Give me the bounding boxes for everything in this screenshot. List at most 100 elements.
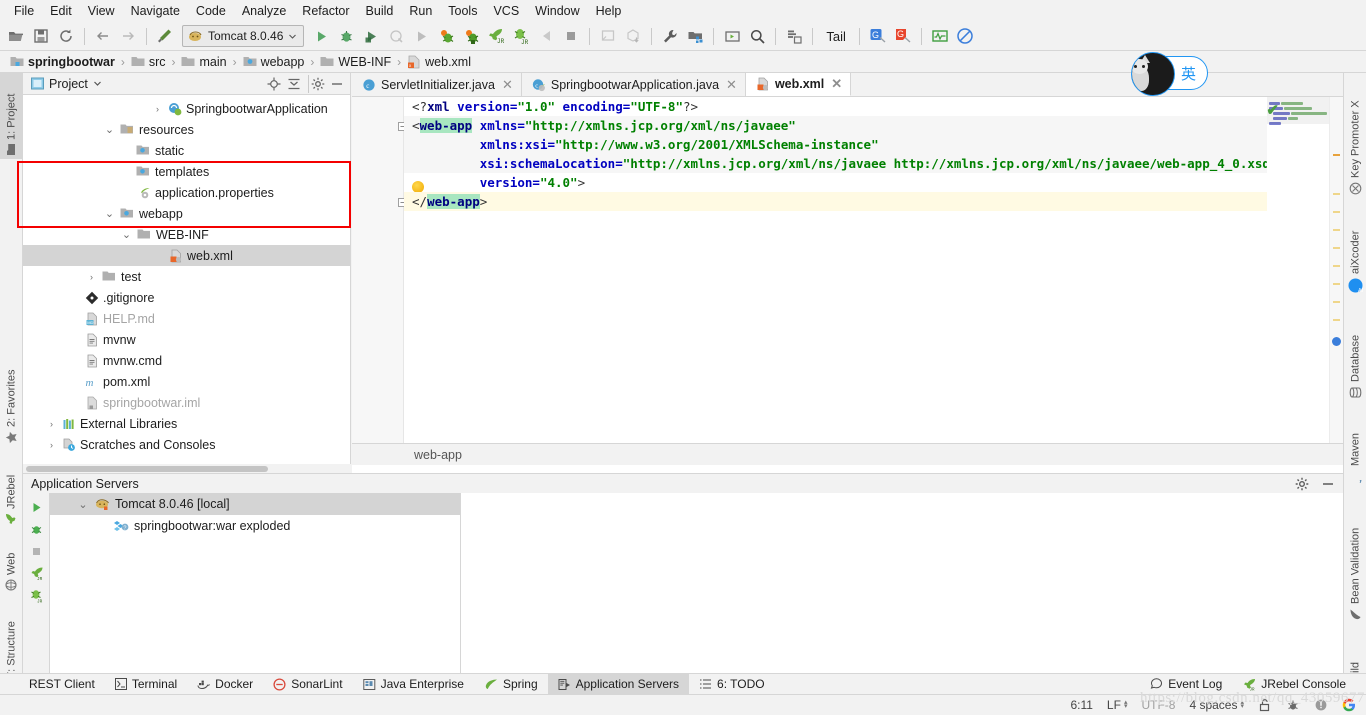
run-dim-icon[interactable] (409, 24, 433, 48)
menu-analyze[interactable]: Analyze (234, 2, 294, 20)
run-icon[interactable] (23, 496, 49, 518)
jrebel-run-icon[interactable]: JR (23, 562, 49, 584)
tree-item-test[interactable]: › test (23, 266, 350, 287)
project-tree[interactable]: › SpringbootwarApplication ⌄ resources s… (23, 95, 350, 469)
sidebar-item-web[interactable]: Web (0, 535, 23, 595)
editor-breadcrumb-footer[interactable]: web-app (352, 443, 1343, 465)
avatar[interactable] (1131, 52, 1175, 96)
tree-item-help-md[interactable]: MD HELP.md (23, 308, 350, 329)
tree-item-external-libraries[interactable]: › External Libraries (23, 413, 350, 434)
menu-window[interactable]: Window (527, 2, 587, 20)
collapse-arrow-icon[interactable]: ⌄ (103, 123, 116, 136)
menu-file[interactable]: File (6, 2, 42, 20)
expand-arrow-icon[interactable]: › (151, 104, 164, 114)
menu-navigate[interactable]: Navigate (123, 2, 188, 20)
project-horizontal-scrollbar[interactable] (23, 464, 351, 473)
bottom-tab-java-enterprise[interactable]: Java Enterprise (353, 674, 474, 694)
locate-icon[interactable] (265, 75, 283, 93)
settings-gear-icon[interactable] (1293, 475, 1311, 493)
sidebar-item-bean-validation[interactable]: Bean Validation (1344, 497, 1366, 625)
tree-item-scratches-consoles[interactable]: › Scratches and Consoles (23, 434, 350, 455)
package-down-icon[interactable] (621, 24, 645, 48)
debug-icon[interactable] (334, 24, 358, 48)
tree-item-springbootwar-application[interactable]: › SpringbootwarApplication (23, 98, 350, 119)
code-minimap[interactable] (1267, 97, 1329, 443)
bottom-tab-todo[interactable]: 6: TODO (689, 674, 775, 694)
breadcrumb-item-project[interactable]: springbootwar (7, 55, 118, 69)
menu-build[interactable]: Build (358, 2, 402, 20)
back-arrow-icon[interactable] (91, 24, 115, 48)
bottom-tab-sonarlint[interactable]: SonarLint (263, 674, 352, 694)
settings-wrench-icon[interactable] (658, 24, 682, 48)
caret-position[interactable]: 6:11 (1063, 698, 1099, 712)
tab-servlet-initializer[interactable]: c ServletInitializer.java ✕ (352, 73, 522, 96)
tree-item-springbootwar-iml[interactable]: springbootwar.iml (23, 392, 350, 413)
monitor-icon[interactable] (928, 24, 952, 48)
close-icon[interactable]: ✕ (502, 77, 513, 93)
bottom-tab-terminal[interactable]: Terminal (105, 674, 187, 694)
application-servers-tree[interactable]: ⌄ Tomcat 8.0.46 [local] ? springbootwar:… (49, 493, 460, 673)
tree-item-webapp[interactable]: ⌄ webapp (23, 203, 350, 224)
tree-item-mvnw-cmd[interactable]: mvnw.cmd (23, 350, 350, 371)
sidebar-item-jrebel[interactable]: JRebel (0, 458, 23, 530)
tree-item-web-xml[interactable]: web.xml (23, 245, 350, 266)
hide-icon[interactable] (328, 75, 346, 93)
breadcrumb-item-webinf[interactable]: WEB-INF (317, 55, 394, 69)
tail-button[interactable]: Tail (819, 26, 853, 46)
tree-item-application-properties[interactable]: application.properties (23, 182, 350, 203)
breadcrumb-item-file[interactable]: x web.xml (404, 55, 474, 69)
tab-web-xml[interactable]: web.xml ✕ (745, 73, 852, 96)
expand-arrow-icon[interactable]: › (45, 419, 58, 429)
search-icon[interactable] (745, 24, 769, 48)
run-icon[interactable] (309, 24, 333, 48)
run-with-coverage-icon[interactable] (359, 24, 383, 48)
sidebar-item-maven[interactable]: m Maven (1344, 415, 1366, 487)
breadcrumb-item-main[interactable]: main (178, 55, 229, 69)
tree-item-pom-xml[interactable]: m pom.xml (23, 371, 350, 392)
expand-arrow-icon[interactable]: › (45, 440, 58, 450)
tree-item-mvnw[interactable]: mvnw (23, 329, 350, 350)
tree-item-web-inf[interactable]: ⌄ WEB-INF (23, 224, 350, 245)
menu-tools[interactable]: Tools (440, 2, 485, 20)
tree-item-templates[interactable]: templates (23, 161, 350, 182)
collapse-arrow-icon[interactable]: ⌄ (120, 228, 133, 241)
tree-item-gitignore[interactable]: .gitignore (23, 287, 350, 308)
bottom-tab-spring[interactable]: Spring (474, 674, 548, 694)
menu-help[interactable]: Help (588, 2, 630, 20)
hide-icon[interactable] (1319, 475, 1337, 493)
breadcrumb-item-webapp[interactable]: webapp (240, 55, 308, 69)
sidebar-item-database[interactable]: Database (1344, 311, 1366, 403)
tree-item-static[interactable]: static (23, 140, 350, 161)
server-node-tomcat[interactable]: ⌄ Tomcat 8.0.46 [local] (50, 493, 460, 515)
sync-icon[interactable] (54, 24, 78, 48)
code-text[interactable]: <?xml version="1.0" encoding="UTF-8"?> <… (404, 97, 1343, 443)
collapse-arrow-icon[interactable]: ⌄ (103, 207, 116, 220)
translate-red-icon[interactable]: G (891, 24, 915, 48)
project-structure-icon[interactable] (683, 24, 707, 48)
sidebar-item-aixcoder[interactable]: AIX aiXcoder (1344, 209, 1366, 297)
run-configuration-selector[interactable]: Tomcat 8.0.46 (182, 25, 305, 47)
jrebel-debug-icon[interactable]: JR (23, 584, 49, 606)
jrebel-rocket-debug-icon[interactable]: JR (509, 24, 533, 48)
menu-view[interactable]: View (80, 2, 123, 20)
error-stripe[interactable] (1329, 97, 1343, 443)
jrebel-rocket-run-icon[interactable]: JR (484, 24, 508, 48)
menu-vcs[interactable]: VCS (485, 2, 527, 20)
menu-refactor[interactable]: Refactor (294, 2, 357, 20)
open-folder-icon[interactable] (4, 24, 28, 48)
stop-icon[interactable] (559, 24, 583, 48)
sidebar-item-project[interactable]: 1: Project (0, 73, 23, 159)
stop-dim-icon[interactable] (534, 24, 558, 48)
sidebar-item-favorites[interactable]: 2: Favorites (0, 343, 23, 448)
menu-edit[interactable]: Edit (42, 2, 80, 20)
chevron-down-icon[interactable] (93, 79, 102, 88)
bottom-tab-application-servers[interactable]: Application Servers (547, 674, 690, 694)
expand-arrow-icon[interactable]: › (85, 272, 98, 282)
settings-gear-icon[interactable] (308, 74, 326, 93)
code-editor[interactable]: 1 2 3 4 5 6 − − <?xml version="1.0" enco… (352, 97, 1343, 443)
tab-springbootwar-application[interactable]: c SpringbootwarApplication.java ✕ (521, 73, 746, 96)
menu-code[interactable]: Code (188, 2, 234, 20)
editor-gutter[interactable] (352, 97, 404, 443)
collapse-arrow-icon[interactable]: ⌄ (76, 498, 90, 511)
profile-icon[interactable] (384, 24, 408, 48)
